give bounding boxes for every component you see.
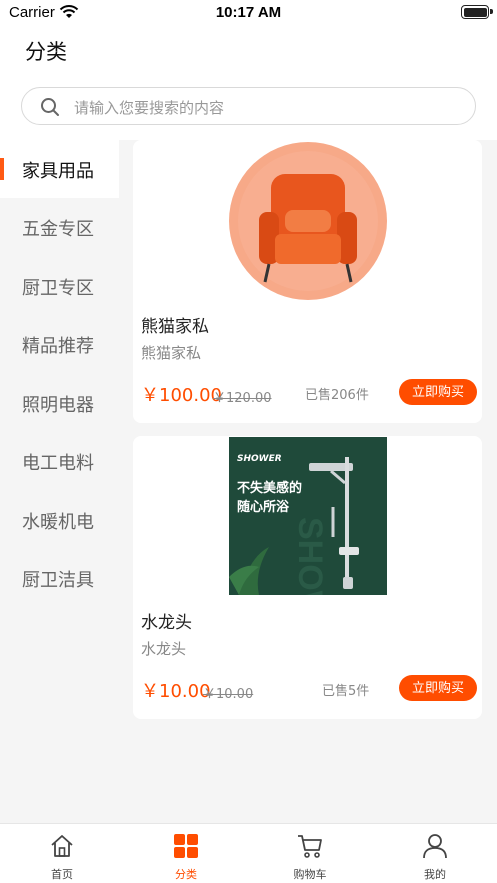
tab-home[interactable]: 首页 — [0, 824, 124, 883]
product-old-price: ￥10.00 — [203, 687, 254, 702]
status-bar: Carrier 10:17 AM — [0, 0, 497, 26]
tab-profile[interactable]: 我的 — [373, 824, 497, 883]
sidebar-item-electrical[interactable]: 电工电料 — [0, 432, 119, 490]
product-price: ￥100.00 — [141, 385, 222, 406]
buy-now-button[interactable]: 立即购买 — [399, 379, 477, 405]
product-card[interactable]: 熊猫家私 熊猫家私 ￥100.00 ￥120.00 已售206件 立即购买 — [133, 140, 482, 423]
product-list: 熊猫家私 熊猫家私 ￥100.00 ￥120.00 已售206件 立即购买 SH… — [119, 140, 497, 823]
sidebar-item-label: 电工电料 — [22, 453, 94, 474]
buy-now-button[interactable]: 立即购买 — [399, 675, 477, 701]
clock: 10:17 AM — [215, 4, 282, 21]
product-image-shower[interactable]: SHOWER SHOWER 不失美感的 随心所浴 — [229, 437, 387, 595]
product-desc: 熊猫家私 — [141, 344, 202, 362]
product-sold-count: 已售206件 — [305, 388, 369, 403]
sidebar-item-furniture[interactable]: 家具用品 — [0, 140, 119, 198]
product-name[interactable]: 水龙头 — [141, 608, 192, 633]
sidebar-item-label: 家具用品 — [22, 161, 94, 182]
image-slogan-line2: 随心所浴 — [237, 499, 290, 515]
page-title: 分类 — [25, 40, 67, 64]
tab-label: 购物车 — [293, 868, 327, 881]
search-input[interactable]: 请输入您要搜索的内容 — [74, 97, 224, 118]
tab-label: 首页 — [51, 868, 73, 881]
product-name[interactable]: 熊猫家私 — [141, 312, 209, 337]
active-indicator — [0, 158, 4, 180]
search-icon — [41, 98, 59, 116]
svg-text:SHOWER: SHOWER — [291, 517, 329, 595]
product-sold-count: 已售5件 — [322, 684, 370, 699]
cart-icon — [298, 835, 322, 858]
category-icon — [174, 834, 198, 858]
sidebar-item-lighting[interactable]: 照明电器 — [0, 374, 119, 432]
sidebar-item-kitchen-bath[interactable]: 厨卫专区 — [0, 257, 119, 315]
search-bar[interactable]: 请输入您要搜索的内容 — [21, 87, 476, 125]
home-icon — [51, 835, 73, 857]
user-icon — [423, 834, 447, 859]
sidebar-item-sanitary[interactable]: 厨卫洁具 — [0, 549, 119, 607]
sidebar-item-featured[interactable]: 精品推荐 — [0, 315, 119, 373]
tab-cart[interactable]: 购物车 — [248, 824, 372, 883]
sidebar-item-label: 精品推荐 — [22, 336, 94, 357]
sidebar-item-label: 五金专区 — [22, 219, 94, 240]
sidebar-item-label: 水暖机电 — [22, 512, 94, 533]
product-old-price: ￥120.00 — [213, 391, 272, 406]
sidebar-item-hardware[interactable]: 五金专区 — [0, 198, 119, 256]
tab-label: 分类 — [175, 868, 197, 881]
sidebar-item-label: 照明电器 — [22, 395, 94, 416]
sidebar-item-plumbing[interactable]: 水暖机电 — [0, 491, 119, 549]
product-card[interactable]: SHOWER SHOWER 不失美感的 随心所浴 水龙头 水龙头 ￥10.00 … — [133, 436, 482, 719]
product-price: ￥10.00 — [141, 681, 211, 702]
image-brand-text: SHOWER — [237, 454, 282, 464]
sidebar-item-label: 厨卫专区 — [22, 278, 94, 299]
tab-label: 我的 — [424, 868, 446, 881]
battery-icon — [461, 5, 493, 19]
product-desc: 水龙头 — [141, 640, 187, 658]
category-sidebar: 家具用品 五金专区 厨卫专区 精品推荐 照明电器 电工电料 水暖机电 厨卫洁具 — [0, 140, 119, 823]
image-slogan-line1: 不失美感的 — [237, 480, 302, 496]
tab-category[interactable]: 分类 — [124, 824, 248, 883]
bottom-tab-bar: 首页 分类 购物车 我的 — [0, 823, 497, 883]
product-image-armchair[interactable] — [229, 142, 387, 300]
sidebar-item-label: 厨卫洁具 — [22, 570, 94, 591]
